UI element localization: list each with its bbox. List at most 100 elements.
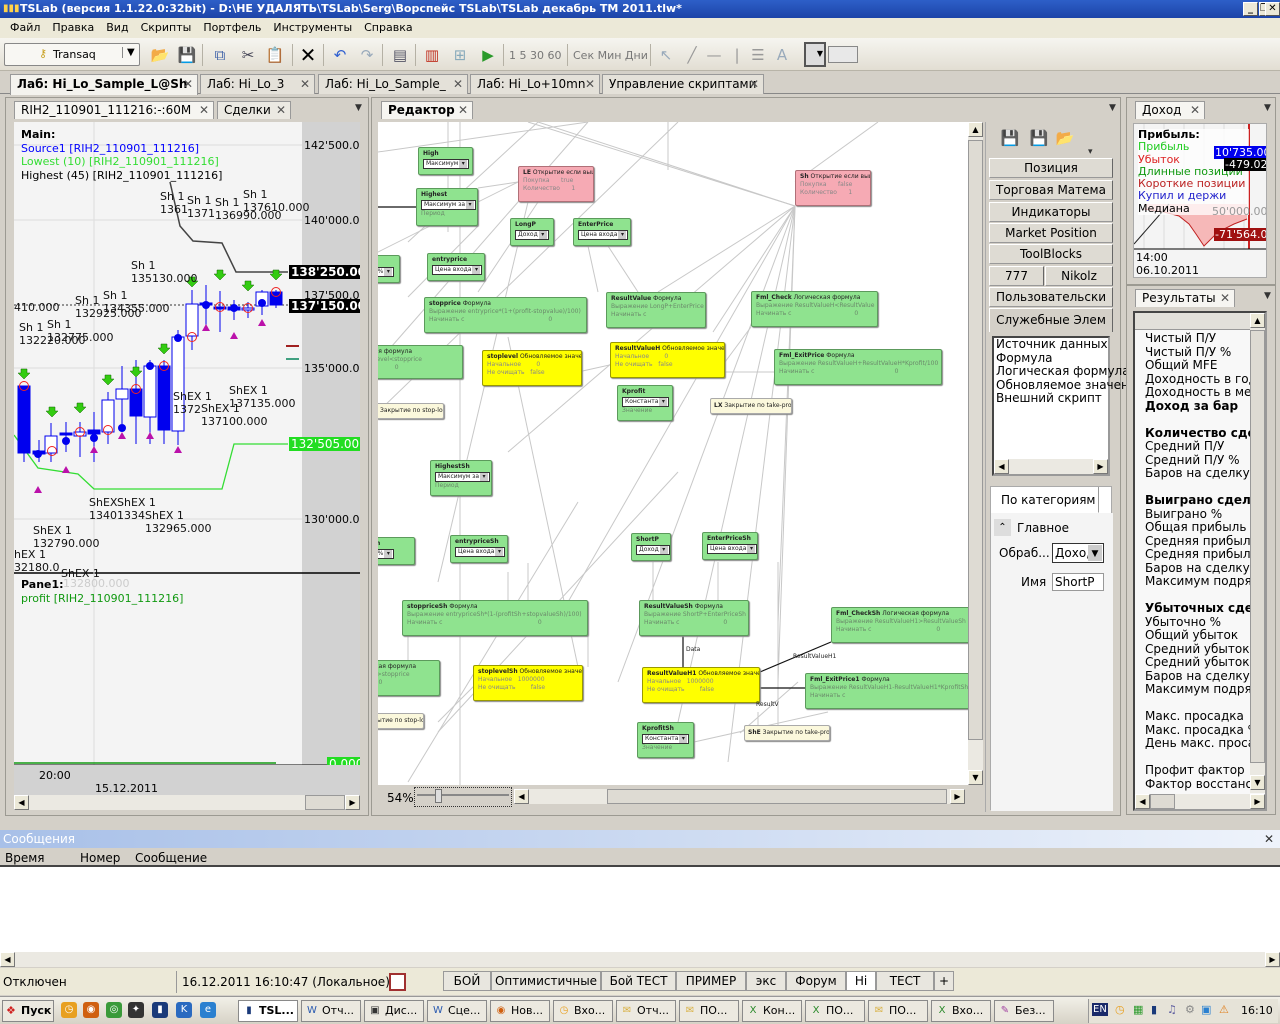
editor-block[interactable]: stoppriceSh Формула Выражение entrypriceS… (402, 600, 588, 636)
chrome-icon[interactable]: ◎ (106, 1002, 122, 1018)
workspace-tab[interactable]: Форум (786, 971, 846, 991)
toolbox-category[interactable]: 777 (989, 266, 1044, 286)
open-icon[interactable]: 📂 (150, 45, 170, 65)
close-icon[interactable]: ✕ (1264, 830, 1274, 848)
editor-horizontal-scrollbar[interactable]: ◀ ▶ (514, 789, 965, 804)
doc-tab-4[interactable]: Управление скриптами ✕ (602, 74, 764, 94)
toolbox-category[interactable]: Позиция (989, 158, 1113, 178)
taskbar-task[interactable]: ◷ Вхо... (553, 1000, 613, 1022)
tray-tslab-icon[interactable]: ▮ (1151, 1003, 1157, 1016)
editor-block[interactable]: Закрытие по stop-loss (378, 403, 444, 419)
scroll-right-button[interactable]: ▶ (1250, 794, 1265, 809)
undo-icon[interactable]: ↶ (330, 45, 350, 65)
editor-block[interactable]: Check Логическая формулаВыражение stople… (378, 345, 463, 379)
editor-block[interactable]: ResultValueH1 Обновляемое значениеНачаль… (642, 667, 760, 703)
interval-buttons[interactable]: 1 5 30 60 (509, 49, 561, 62)
toolbox-item[interactable]: Внешний скрипт (994, 391, 1108, 406)
taskbar-task[interactable]: X Вхо... (931, 1000, 991, 1022)
color-dropdown[interactable]: ▼ (804, 42, 826, 67)
workspace-tab[interactable]: + (934, 971, 954, 991)
copy-icon[interactable]: ⧉ (210, 45, 230, 65)
kmp-icon[interactable]: K (176, 1002, 192, 1018)
doc-tab-1[interactable]: Лаб: Hi_Lo_3 ✕ (200, 74, 315, 94)
taskbar-task[interactable]: ✉ ПО... (679, 1000, 739, 1022)
editor-block[interactable]: ResultValue Формула Выражение LongP+Enter… (606, 292, 706, 328)
app-icon[interactable]: ✦ (128, 1002, 144, 1018)
editor-block[interactable]: ShortP Доход (631, 533, 671, 561)
scroll-left-button[interactable]: ◀ (994, 459, 1009, 474)
open-icon[interactable]: 📂 (1055, 128, 1075, 148)
tab-chart-rih2[interactable]: RIH2_110901_111216:-:60M ✕ (14, 101, 214, 119)
taskbar-task[interactable]: W Отч... (301, 1000, 361, 1022)
editor-vertical-scrollbar[interactable]: ▲ ▼ (968, 122, 983, 785)
editor-block[interactable]: stoplevelSh Обновляемое значениеНачально… (473, 665, 583, 701)
connector-select[interactable]: ⚷ Transaq ▼ (4, 43, 140, 66)
zoom-slider[interactable] (414, 787, 512, 807)
toolbox-category[interactable]: Market Position (989, 223, 1113, 243)
scroll-down-button[interactable]: ▼ (968, 770, 983, 785)
editor-block[interactable]: Fml_ExitPrice1 Формула Выражение ResultVa… (805, 673, 968, 709)
block-dropdown[interactable]: Доход % (378, 267, 395, 277)
tray-warning-icon[interactable]: ⚠ (1219, 1003, 1229, 1016)
scroll-left-button[interactable]: ◀ (1135, 794, 1150, 809)
editor-block[interactable]: entrypriceSh Цена входа (450, 535, 508, 563)
delete-icon[interactable]: ✕ (298, 45, 318, 65)
column-message[interactable]: Сообщение (135, 851, 207, 865)
panel-menu-icon[interactable]: ▼ (1109, 103, 1116, 113)
taskbar-task[interactable]: ◉ Нов... (490, 1000, 550, 1022)
properties-icon[interactable]: ▤ (390, 45, 410, 65)
paste-icon[interactable]: 📋 (265, 45, 285, 65)
network-icon[interactable]: ⊞ (450, 45, 470, 65)
tray-app-icon[interactable]: ▣ (1201, 1003, 1211, 1016)
workspace-tab[interactable]: Hi (846, 971, 876, 991)
chart-icon[interactable]: ▥ (422, 45, 442, 65)
close-icon[interactable]: ✕ (749, 75, 759, 93)
editor-block[interactable]: KprofitSh КонстантаЗначение (637, 722, 694, 758)
panel-menu-icon[interactable]: ▼ (1264, 103, 1271, 113)
tslab-icon[interactable]: ▮ (152, 1002, 168, 1018)
column-time[interactable]: Время (5, 851, 45, 865)
scroll-thumb[interactable] (305, 795, 345, 810)
menu-item-6[interactable]: Справка (358, 18, 418, 38)
save-icon[interactable]: 💾 (177, 45, 197, 65)
workspace-tab[interactable]: экс (746, 971, 786, 991)
unit-buttons[interactable]: Сек Мин Дни (573, 49, 648, 62)
scroll-thumb[interactable] (968, 140, 983, 740)
editor-block[interactable]: Fml_CheckSh Логическая формулаВыражение … (831, 607, 968, 643)
editor-block[interactable]: profitДоход % (378, 255, 400, 283)
close-icon[interactable]: ✕ (458, 102, 468, 118)
close-icon[interactable]: ✕ (1190, 102, 1200, 118)
editor-block[interactable]: EnterPrice Цена входа (573, 218, 631, 246)
close-icon[interactable]: ✕ (183, 75, 193, 93)
toolbox-item[interactable]: Формула (994, 351, 1108, 366)
save-icon[interactable]: 💾 (1000, 128, 1020, 148)
workspace-tab[interactable]: Оптимистичные (491, 971, 601, 991)
menu-item-5[interactable]: Инструменты (267, 18, 358, 38)
shape-rectangle[interactable] (828, 46, 858, 63)
doc-tab-3[interactable]: Лаб: Hi_Lo+10mn ✕ (470, 74, 600, 94)
scroll-left-button[interactable]: ◀ (14, 795, 29, 810)
editor-block[interactable]: Fml_ExitPrice Формула Выражение ResultVal… (774, 349, 942, 385)
editor-block[interactable]: ResultValueH Обновляемое значениеНачальн… (610, 342, 725, 378)
menu-item-0[interactable]: Файл (4, 18, 46, 38)
toolbox-category[interactable]: Торговая Матема (989, 180, 1113, 200)
redo-icon[interactable]: ↷ (357, 45, 377, 65)
taskbar-task[interactable]: ✉ Отч... (616, 1000, 676, 1022)
toolbox-item[interactable]: Логическая формула (994, 364, 1130, 379)
chart-horizontal-scrollbar[interactable]: ◀ ▶ (14, 795, 360, 810)
scroll-thumb[interactable] (607, 789, 947, 804)
close-icon[interactable]: ✕ (453, 75, 463, 93)
editor-block[interactable]: Fml_Check Логическая формула Выражение Re… (751, 291, 878, 327)
editor-block[interactable]: Fml_CheckSh Логическая формулаВыражение … (378, 660, 440, 696)
pointer-icon[interactable]: ↖ (656, 45, 676, 65)
workspace-tab[interactable]: ПРИМЕР (676, 971, 746, 991)
save-as-icon[interactable]: 💾 (1029, 128, 1049, 148)
taskbar-task[interactable]: W Сце... (427, 1000, 487, 1022)
scroll-up-button[interactable]: ▲ (1250, 313, 1265, 328)
block-dropdown[interactable]: Максимум за (435, 472, 491, 482)
close-icon[interactable]: ✕ (199, 102, 209, 118)
editor-block[interactable]: LX Закрытие по take-profit (710, 398, 792, 414)
editor-block[interactable]: HighestSh Максимум заПериод (430, 460, 492, 496)
tab-income[interactable]: Доход ✕ (1135, 101, 1205, 119)
close-icon[interactable]: ✕ (300, 75, 310, 93)
